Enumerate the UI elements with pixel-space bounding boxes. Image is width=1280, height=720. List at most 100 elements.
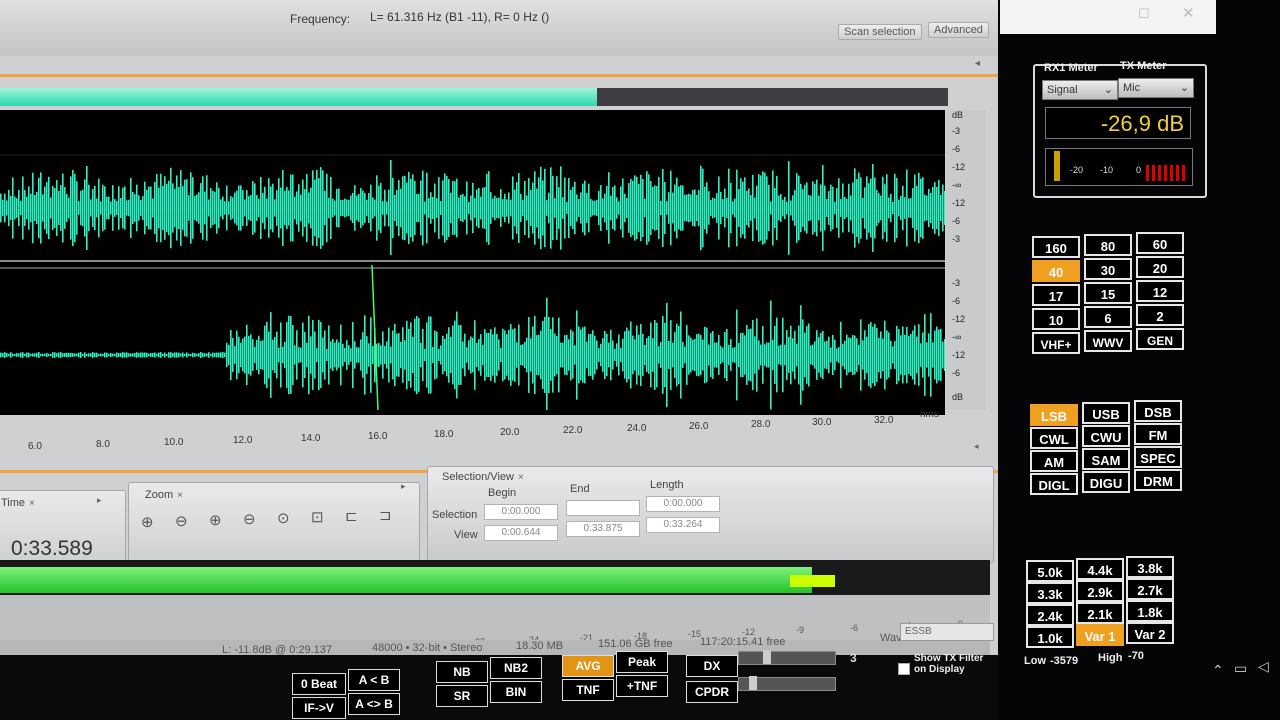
mode-button-digu[interactable]: DIGU — [1082, 471, 1130, 493]
advanced-button[interactable]: Advanced — [928, 22, 989, 38]
band-button-10[interactable]: 10 — [1032, 308, 1080, 330]
plus-tnf-button[interactable]: +TNF — [616, 675, 668, 697]
waveform-channel-left[interactable] — [0, 110, 946, 257]
nb-button[interactable]: NB — [436, 661, 488, 683]
band-button-30[interactable]: 30 — [1084, 258, 1132, 280]
band-button-60[interactable]: 60 — [1136, 232, 1184, 254]
waveform-display[interactable] — [0, 110, 946, 415]
filter-button-4-4k[interactable]: 4.4k — [1076, 558, 1124, 580]
band-button-gen[interactable]: GEN — [1136, 328, 1184, 350]
filter-button-var-2[interactable]: Var 2 — [1126, 622, 1174, 644]
band-button-vhf-[interactable]: VHF+ — [1032, 332, 1080, 354]
filter-button-2-7k[interactable]: 2.7k — [1126, 578, 1174, 600]
view-end-field[interactable]: 0:33.875 — [566, 521, 640, 537]
mode-button-dsb[interactable]: DSB — [1134, 400, 1182, 422]
zoom-right-icon[interactable]: ⊐ — [379, 506, 397, 524]
zoom-left-icon[interactable]: ⊏ — [345, 507, 363, 525]
tx-meter-select[interactable]: Mic ⌄ — [1118, 78, 1194, 98]
mode-button-cwu[interactable]: CWU — [1082, 425, 1130, 447]
filter-low-value[interactable]: -3579 — [1050, 655, 1078, 667]
view-begin-field[interactable]: 0:00.644 — [484, 525, 558, 541]
time-ruler[interactable]: 6.0 8.0 10.0 12.0 14.0 16.0 18.0 20.0 22… — [0, 409, 945, 457]
filter-button-1-0k[interactable]: 1.0k — [1026, 626, 1074, 648]
scan-selection-button[interactable]: Scan selection — [838, 24, 922, 40]
panel-menu-icon[interactable]: ▸ — [97, 495, 102, 506]
show-tx-filter-checkbox[interactable] — [898, 663, 910, 675]
filter-button-var-1[interactable]: Var 1 — [1076, 624, 1124, 646]
band-button-12[interactable]: 12 — [1136, 280, 1184, 302]
sr-button[interactable]: SR — [436, 685, 488, 707]
volume-icon[interactable]: ◁ — [1258, 658, 1269, 675]
band-button-wwv[interactable]: WWV — [1084, 330, 1132, 352]
network-icon[interactable]: ▭ — [1234, 660, 1247, 677]
panel-menu-icon[interactable]: ◂ — [974, 441, 979, 452]
close-icon[interactable]: × — [29, 498, 35, 509]
view-length-field[interactable]: 0:33.264 — [646, 517, 720, 533]
band-button-160[interactable]: 160 — [1032, 236, 1080, 258]
filter-button-1-8k[interactable]: 1.8k — [1126, 600, 1174, 622]
mode-button-sam[interactable]: SAM — [1082, 448, 1130, 470]
selection-view-tab[interactable]: Selection/View × — [442, 471, 524, 483]
zoom-out-icon[interactable]: ⊖ — [243, 510, 261, 528]
filter-button-2-9k[interactable]: 2.9k — [1076, 580, 1124, 602]
overview-visible-range[interactable] — [0, 88, 598, 106]
selection-end-field[interactable] — [566, 500, 640, 516]
zoom-out-amplitude-icon[interactable]: ⊖ — [175, 512, 193, 530]
panel-menu-icon[interactable]: ◂ — [975, 58, 989, 70]
slider-thumb[interactable] — [749, 676, 757, 690]
band-button-80[interactable]: 80 — [1084, 234, 1132, 256]
band-button-40[interactable]: 40 — [1032, 260, 1080, 282]
close-icon[interactable]: × — [177, 490, 183, 501]
band-button-17[interactable]: 17 — [1032, 284, 1080, 306]
filter-high-value[interactable]: -70 — [1128, 650, 1144, 662]
mode-button-am[interactable]: AM — [1030, 450, 1078, 472]
close-icon[interactable]: ✕ — [1182, 4, 1195, 22]
panel-menu-icon[interactable]: ▸ — [401, 481, 406, 492]
waveform-channel-right[interactable] — [0, 264, 946, 413]
zero-beat-button[interactable]: 0 Beat — [292, 673, 346, 695]
zoom-panel-tab[interactable]: Zoom × — [145, 489, 183, 501]
cpdr-slider[interactable] — [738, 676, 836, 691]
zoom-in-icon[interactable]: ⊕ — [209, 511, 227, 529]
chevron-up-icon[interactable]: ⌃ — [1212, 662, 1224, 679]
zoom-full-icon[interactable]: ⊡ — [311, 508, 329, 526]
mode-button-cwl[interactable]: CWL — [1030, 427, 1078, 449]
cpdr-button[interactable]: CPDR — [686, 681, 738, 703]
band-button-2[interactable]: 2 — [1136, 304, 1184, 326]
a-to-b-button[interactable]: A < B — [348, 669, 400, 691]
selection-begin-field[interactable]: 0:00.000 — [484, 504, 558, 520]
tnf-button[interactable]: TNF — [562, 679, 614, 701]
zoom-in-amplitude-icon[interactable]: ⊕ — [141, 513, 159, 531]
overview-bar[interactable] — [0, 88, 948, 106]
maximize-icon[interactable]: ☐ — [1138, 6, 1150, 22]
dx-slider[interactable] — [738, 650, 836, 665]
band-button-20[interactable]: 20 — [1136, 256, 1184, 278]
rx-meter-select[interactable]: Signal ⌄ — [1042, 80, 1118, 100]
filter-button-3-8k[interactable]: 3.8k — [1126, 556, 1174, 578]
mode-button-digl[interactable]: DIGL — [1030, 473, 1078, 495]
filter-button-2-1k[interactable]: 2.1k — [1076, 602, 1124, 624]
mode-button-lsb[interactable]: LSB — [1030, 404, 1078, 426]
filter-button-5-0k[interactable]: 5.0k — [1026, 560, 1074, 582]
filter-button-3-3k[interactable]: 3.3k — [1026, 582, 1074, 604]
zoom-selection-icon[interactable]: ⊙ — [277, 509, 295, 527]
band-button-6[interactable]: 6 — [1084, 306, 1132, 328]
selection-length-field[interactable]: 0:00.000 — [646, 496, 720, 512]
band-button-15[interactable]: 15 — [1084, 282, 1132, 304]
mode-button-spec[interactable]: SPEC — [1134, 446, 1182, 468]
avg-button[interactable]: AVG — [562, 655, 614, 677]
mode-button-drm[interactable]: DRM — [1134, 469, 1182, 491]
tx-profile-select[interactable]: ESSB — [900, 623, 994, 641]
slider-thumb[interactable] — [763, 650, 771, 664]
peak-button[interactable]: Peak — [616, 651, 668, 673]
close-icon[interactable]: × — [518, 472, 524, 483]
dx-button[interactable]: DX — [686, 655, 738, 677]
time-panel-tab[interactable]: Time × — [1, 497, 35, 509]
mode-button-fm[interactable]: FM — [1134, 423, 1182, 445]
bin-button[interactable]: BIN — [490, 681, 542, 703]
if-to-v-button[interactable]: IF->V — [292, 697, 346, 719]
mode-button-usb[interactable]: USB — [1082, 402, 1130, 424]
nb2-button[interactable]: NB2 — [490, 657, 542, 679]
filter-button-2-4k[interactable]: 2.4k — [1026, 604, 1074, 626]
a-swap-b-button[interactable]: A <> B — [348, 693, 400, 715]
